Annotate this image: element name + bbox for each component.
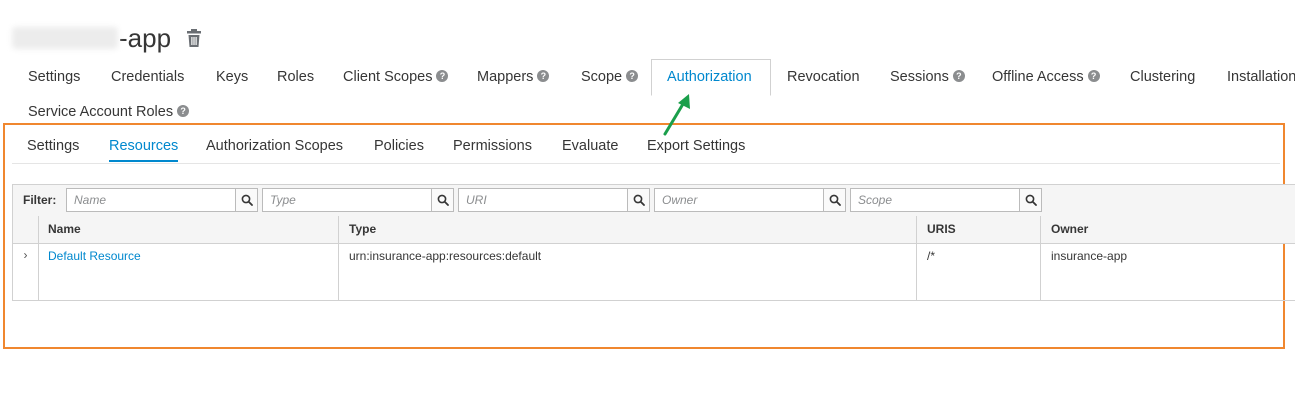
question-circle-icon[interactable]: ?: [1087, 70, 1100, 83]
column-header-owner[interactable]: Owner: [1041, 216, 1088, 243]
tab-scope[interactable]: Scope?: [565, 59, 654, 95]
tab-credentials[interactable]: Credentials: [95, 59, 200, 95]
filter-scope-group: [850, 188, 1042, 212]
subtab-authorization-scopes[interactable]: Authorization Scopes: [206, 131, 343, 162]
search-icon[interactable]: [823, 188, 846, 212]
filter-owner-group: [654, 188, 846, 212]
tab-offline-access[interactable]: Offline Access?: [976, 59, 1116, 95]
filter-type-group: [262, 188, 454, 212]
resource-name-link[interactable]: Default Resource: [48, 249, 141, 263]
tab-authorization[interactable]: Authorization: [651, 59, 771, 96]
question-circle-icon[interactable]: ?: [952, 70, 965, 83]
table-header: Name Type URIS Owner: [13, 216, 1295, 244]
tab-settings[interactable]: Settings: [12, 59, 96, 95]
subtab-permissions[interactable]: Permissions: [453, 131, 532, 162]
resources-table: Filter: Name Type URI Owner Scope Name T…: [12, 184, 1295, 301]
redacted-client-name: [12, 27, 118, 49]
tab-clustering[interactable]: Clustering: [1114, 59, 1211, 95]
question-circle-icon[interactable]: ?: [537, 70, 550, 83]
column-divider: [338, 216, 339, 301]
cell-uris: /*: [927, 249, 936, 263]
filter-uri-group: [458, 188, 650, 212]
tab-client-scopes[interactable]: Client Scopes?: [327, 59, 464, 95]
client-title-suffix: -app: [119, 23, 172, 53]
filter-name-input[interactable]: [66, 188, 235, 212]
column-header-name[interactable]: Name: [38, 216, 81, 243]
cell-owner: insurance-app: [1051, 249, 1128, 263]
question-circle-icon[interactable]: ?: [626, 70, 639, 83]
column-header-uris[interactable]: URIS: [917, 216, 956, 243]
filter-name-group: [66, 188, 258, 212]
column-divider: [916, 216, 917, 301]
filter-toolbar: Filter:: [13, 185, 1295, 217]
chevron-right-icon[interactable]: ›: [13, 243, 38, 300]
tab-mappers[interactable]: Mappers?: [461, 59, 565, 95]
subtab-evaluate[interactable]: Evaluate: [562, 131, 618, 162]
tab-sessions[interactable]: Sessions?: [874, 59, 981, 95]
column-header-type[interactable]: Type: [339, 216, 376, 243]
filter-scope-input[interactable]: [850, 188, 1019, 212]
search-icon[interactable]: [235, 188, 258, 212]
search-icon[interactable]: [1019, 188, 1042, 212]
tab-roles[interactable]: Roles: [261, 59, 330, 95]
tab-revocation[interactable]: Revocation: [771, 59, 876, 95]
column-divider: [38, 216, 39, 301]
tab-installation[interactable]: Installation: [1211, 59, 1295, 95]
subtab-settings[interactable]: Settings: [27, 131, 79, 162]
cell-name: Default Resource: [38, 243, 151, 300]
question-circle-icon[interactable]: ?: [436, 70, 449, 83]
filter-label: Filter:: [23, 193, 57, 207]
table-row: › Default Resource urn:insurance-app:res…: [13, 243, 1295, 300]
tab-keys[interactable]: Keys: [200, 59, 264, 95]
search-icon[interactable]: [431, 188, 454, 212]
column-divider: [1040, 216, 1041, 301]
client-tabs: Settings Credentials Keys Roles Client S…: [12, 59, 1295, 96]
authorization-tabs: Settings Resources Authorization Scopes …: [12, 131, 1280, 164]
filter-type-input[interactable]: [262, 188, 431, 212]
search-icon[interactable]: [627, 188, 650, 212]
subtab-export-settings[interactable]: Export Settings: [647, 131, 745, 162]
cell-type: urn:insurance-app:resources:default: [349, 249, 542, 263]
trash-icon[interactable]: [185, 28, 203, 48]
client-title: -app: [12, 20, 203, 56]
filter-uri-input[interactable]: [458, 188, 627, 212]
subtab-resources[interactable]: Resources: [109, 131, 179, 162]
question-circle-icon[interactable]: ?: [177, 105, 190, 118]
filter-owner-input[interactable]: [654, 188, 823, 212]
subtab-policies[interactable]: Policies: [374, 131, 424, 162]
